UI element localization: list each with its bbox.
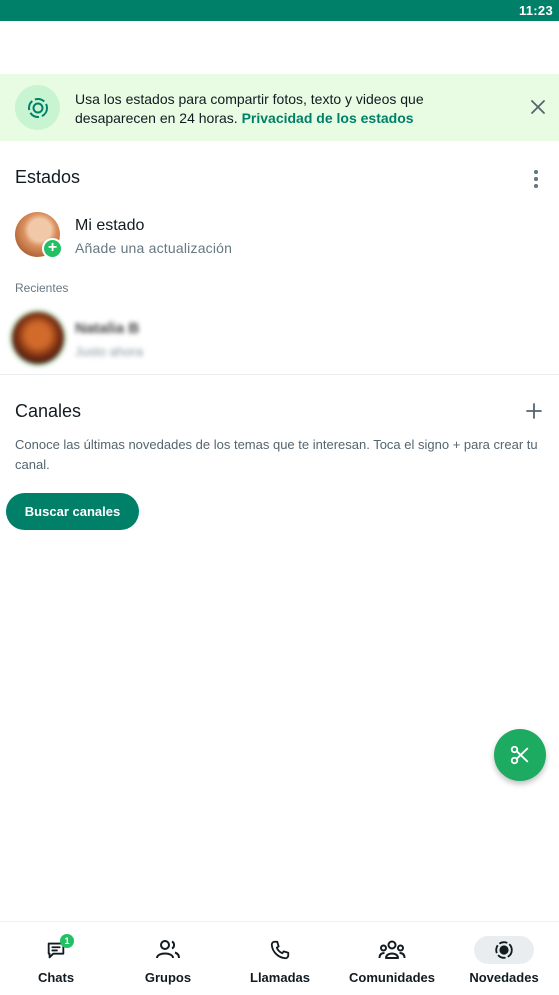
updates-icon	[474, 936, 534, 964]
estados-title: Estados	[15, 167, 81, 187]
groups-icon	[138, 936, 198, 964]
divider	[0, 374, 559, 375]
nav-label: Comunidades	[349, 970, 435, 985]
nav-updates[interactable]: Novedades	[448, 922, 559, 995]
nav-label: Chats	[37, 970, 75, 985]
status-privacy-link[interactable]: Privacidad de los estados	[242, 110, 414, 126]
my-status-item[interactable]: + Mi estado Añade una actualización	[0, 204, 559, 268]
close-icon[interactable]	[529, 98, 547, 116]
plus-icon[interactable]	[525, 402, 543, 420]
privacy-banner: Usa los estados para compartir fotos, te…	[0, 74, 559, 141]
recent-status-item[interactable]: Natalia B Justo ahora	[0, 306, 559, 370]
chats-icon	[26, 936, 86, 964]
status-bar: 11:23	[0, 0, 559, 21]
nav-label: Grupos	[144, 970, 192, 985]
canales-title: Canales	[15, 401, 82, 421]
banner-text: Usa los estados para compartir fotos, te…	[75, 90, 475, 128]
contact-name: Natalia B	[75, 320, 140, 337]
recientes-label: Recientes	[15, 281, 69, 295]
scissors-icon[interactable]	[494, 729, 546, 781]
nav-calls[interactable]: Llamadas	[224, 922, 336, 995]
more-vert-icon[interactable]	[533, 170, 539, 188]
nav-label: Llamadas	[250, 970, 310, 985]
status-time: Justo ahora	[75, 344, 143, 359]
canales-description: Conoce las últimas novedades de los tema…	[15, 437, 538, 472]
nav-communities[interactable]: Comunidades	[336, 922, 448, 995]
bottom-navigation: 1 Chats Grupos Llamadas Comunidades Nove…	[0, 921, 559, 995]
find-channels-button[interactable]: Buscar canales	[6, 493, 139, 530]
nav-chats[interactable]: 1 Chats	[0, 922, 112, 995]
my-status-subtitle: Añade una actualización	[75, 240, 233, 256]
my-status-name: Mi estado	[75, 217, 145, 234]
nav-groups[interactable]: Grupos	[112, 922, 224, 995]
nav-label: Novedades	[469, 970, 539, 985]
phone-icon	[250, 936, 310, 964]
status-time: 11:23	[518, 3, 553, 18]
add-status-icon[interactable]: +	[42, 238, 63, 259]
communities-icon	[362, 936, 422, 964]
contact-avatar	[12, 312, 64, 364]
status-ring-icon	[15, 85, 60, 130]
unread-badge: 1	[60, 934, 74, 948]
